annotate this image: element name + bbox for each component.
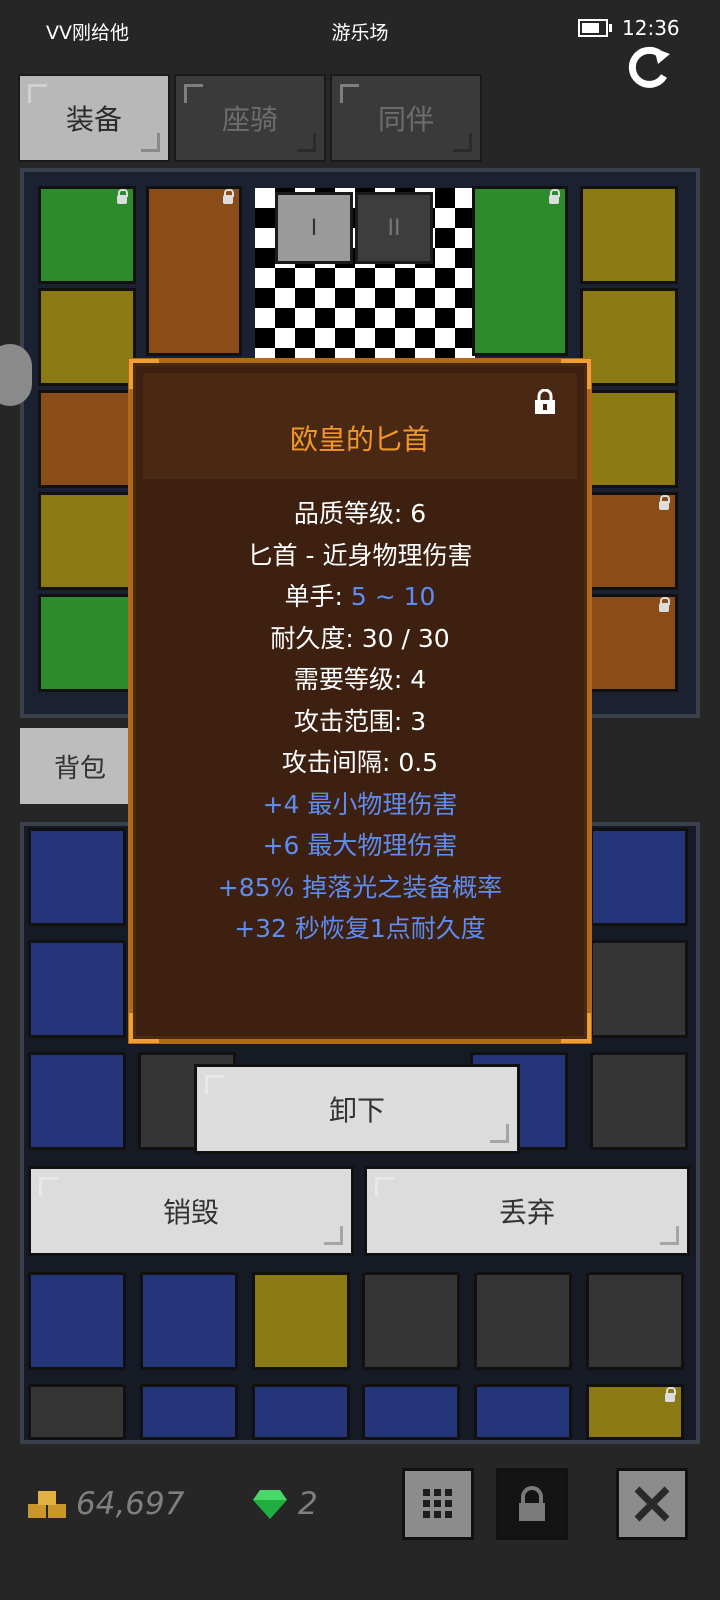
- stat-attack-interval: 攻击间隔: 0.5: [281, 748, 439, 777]
- bonus-max-damage: +6 最大物理伤害: [262, 831, 458, 860]
- unequip-label: 卸下: [328, 1094, 385, 1127]
- bag-slot[interactable]: [252, 1272, 350, 1370]
- unequip-button[interactable]: 卸下: [194, 1064, 520, 1154]
- bag-slot[interactable]: [590, 1052, 688, 1150]
- stat-level-requirement: 需要等级: 4: [293, 665, 427, 694]
- equip-slot-boots[interactable]: [38, 492, 136, 590]
- bag-slot[interactable]: [590, 828, 688, 926]
- equip-slot-amulet[interactable]: [580, 186, 678, 284]
- equip-slot-helmet[interactable]: [38, 186, 136, 284]
- gold-icon: [28, 1491, 66, 1518]
- bag-slot[interactable]: [590, 940, 688, 1038]
- bag-slot[interactable]: [586, 1384, 684, 1440]
- bag-slot[interactable]: [474, 1384, 572, 1440]
- bag-slot[interactable]: [474, 1272, 572, 1370]
- lock-icon[interactable]: [533, 389, 557, 415]
- lock-toggle-button[interactable]: [496, 1468, 568, 1540]
- bonus-drop-rate: +85% 掉落光之装备概率: [217, 872, 503, 902]
- bag-slot[interactable]: [140, 1272, 238, 1370]
- equip-slot-armor[interactable]: [38, 288, 136, 386]
- bag-slot[interactable]: [362, 1384, 460, 1440]
- destroy-label: 销毁: [162, 1196, 219, 1229]
- equip-slot-charm[interactable]: [580, 492, 678, 590]
- refresh-icon[interactable]: [624, 42, 674, 92]
- tab-equipment[interactable]: 装备: [18, 74, 170, 162]
- equip-slot-main-hand[interactable]: [146, 186, 242, 356]
- gem-icon: [253, 1490, 287, 1519]
- item-stats: 品质等级: 6 匕首 - 近身物理伤害 单手: 5 ~ 10 耐久度: 30 /…: [133, 493, 587, 950]
- gem-count: 2: [298, 1486, 318, 1522]
- tab-label: 同伴: [377, 103, 434, 136]
- sort-button[interactable]: [402, 1468, 474, 1540]
- stat-attack-range: 攻击范围: 3: [293, 706, 427, 736]
- tab-label: 座骑: [221, 103, 278, 136]
- close-icon: [634, 1486, 670, 1522]
- weapon-set-2-button[interactable]: II: [355, 192, 433, 264]
- item-name: 欧皇的匕首: [289, 423, 430, 456]
- tab-companion[interactable]: 同伴: [330, 74, 482, 162]
- equip-slot-off-hand[interactable]: [472, 186, 568, 356]
- equip-slot-ring-2[interactable]: [580, 390, 678, 488]
- bag-slot[interactable]: [28, 940, 126, 1038]
- bonus-min-damage: +4 最小物理伤害: [262, 789, 458, 819]
- discard-label: 丢弃: [498, 1196, 555, 1229]
- bag-slot[interactable]: [362, 1272, 460, 1370]
- bag-slot[interactable]: [28, 828, 126, 926]
- tooltip-header: 欧皇的匕首: [143, 373, 577, 479]
- grid-icon: [423, 1489, 452, 1518]
- equip-slot-cape[interactable]: [580, 594, 678, 692]
- gold-count: 64,697: [76, 1486, 185, 1522]
- item-tooltip: 欧皇的匕首 品质等级: 6 匕首 - 近身物理伤害 单手: 5 ~ 10 耐久度…: [128, 358, 592, 1044]
- floating-assistant-icon[interactable]: [0, 344, 32, 406]
- stat-damage: 单手: 5 ~ 10: [284, 582, 436, 611]
- tab-label: 装备: [65, 103, 122, 136]
- bag-slot[interactable]: [252, 1384, 350, 1440]
- status-bar: VV刚给他 游乐场 12:36: [0, 0, 720, 60]
- equip-slot-ring-1[interactable]: [580, 288, 678, 386]
- stat-quality: 品质等级: 6: [293, 499, 427, 528]
- bag-slot[interactable]: [28, 1272, 126, 1370]
- bonus-durability-regen: +32 秒恢复1点耐久度: [234, 914, 486, 943]
- status-center-text: 游乐场: [331, 22, 389, 44]
- battery-icon: [578, 19, 612, 37]
- lock-icon: [519, 1486, 545, 1521]
- bag-slot[interactable]: [140, 1384, 238, 1440]
- stat-type: 匕首 - 近身物理伤害: [247, 540, 473, 570]
- stat-durability: 耐久度: 30 / 30: [270, 623, 450, 653]
- tab-mount[interactable]: 座骑: [174, 74, 326, 162]
- weapon-set-1-button[interactable]: I: [275, 192, 353, 264]
- equip-slot-belt[interactable]: [38, 594, 136, 692]
- close-button[interactable]: [616, 1468, 688, 1540]
- bag-slot[interactable]: [28, 1052, 126, 1150]
- equip-slot-gloves[interactable]: [38, 390, 136, 488]
- tab-label: 背包: [53, 753, 106, 784]
- destroy-button[interactable]: 销毁: [28, 1166, 354, 1256]
- bag-slot[interactable]: [28, 1384, 126, 1440]
- tab-bag[interactable]: 背包: [20, 728, 140, 804]
- bag-slot[interactable]: [586, 1272, 684, 1370]
- status-time: 12:36: [622, 16, 680, 40]
- discard-button[interactable]: 丢弃: [364, 1166, 690, 1256]
